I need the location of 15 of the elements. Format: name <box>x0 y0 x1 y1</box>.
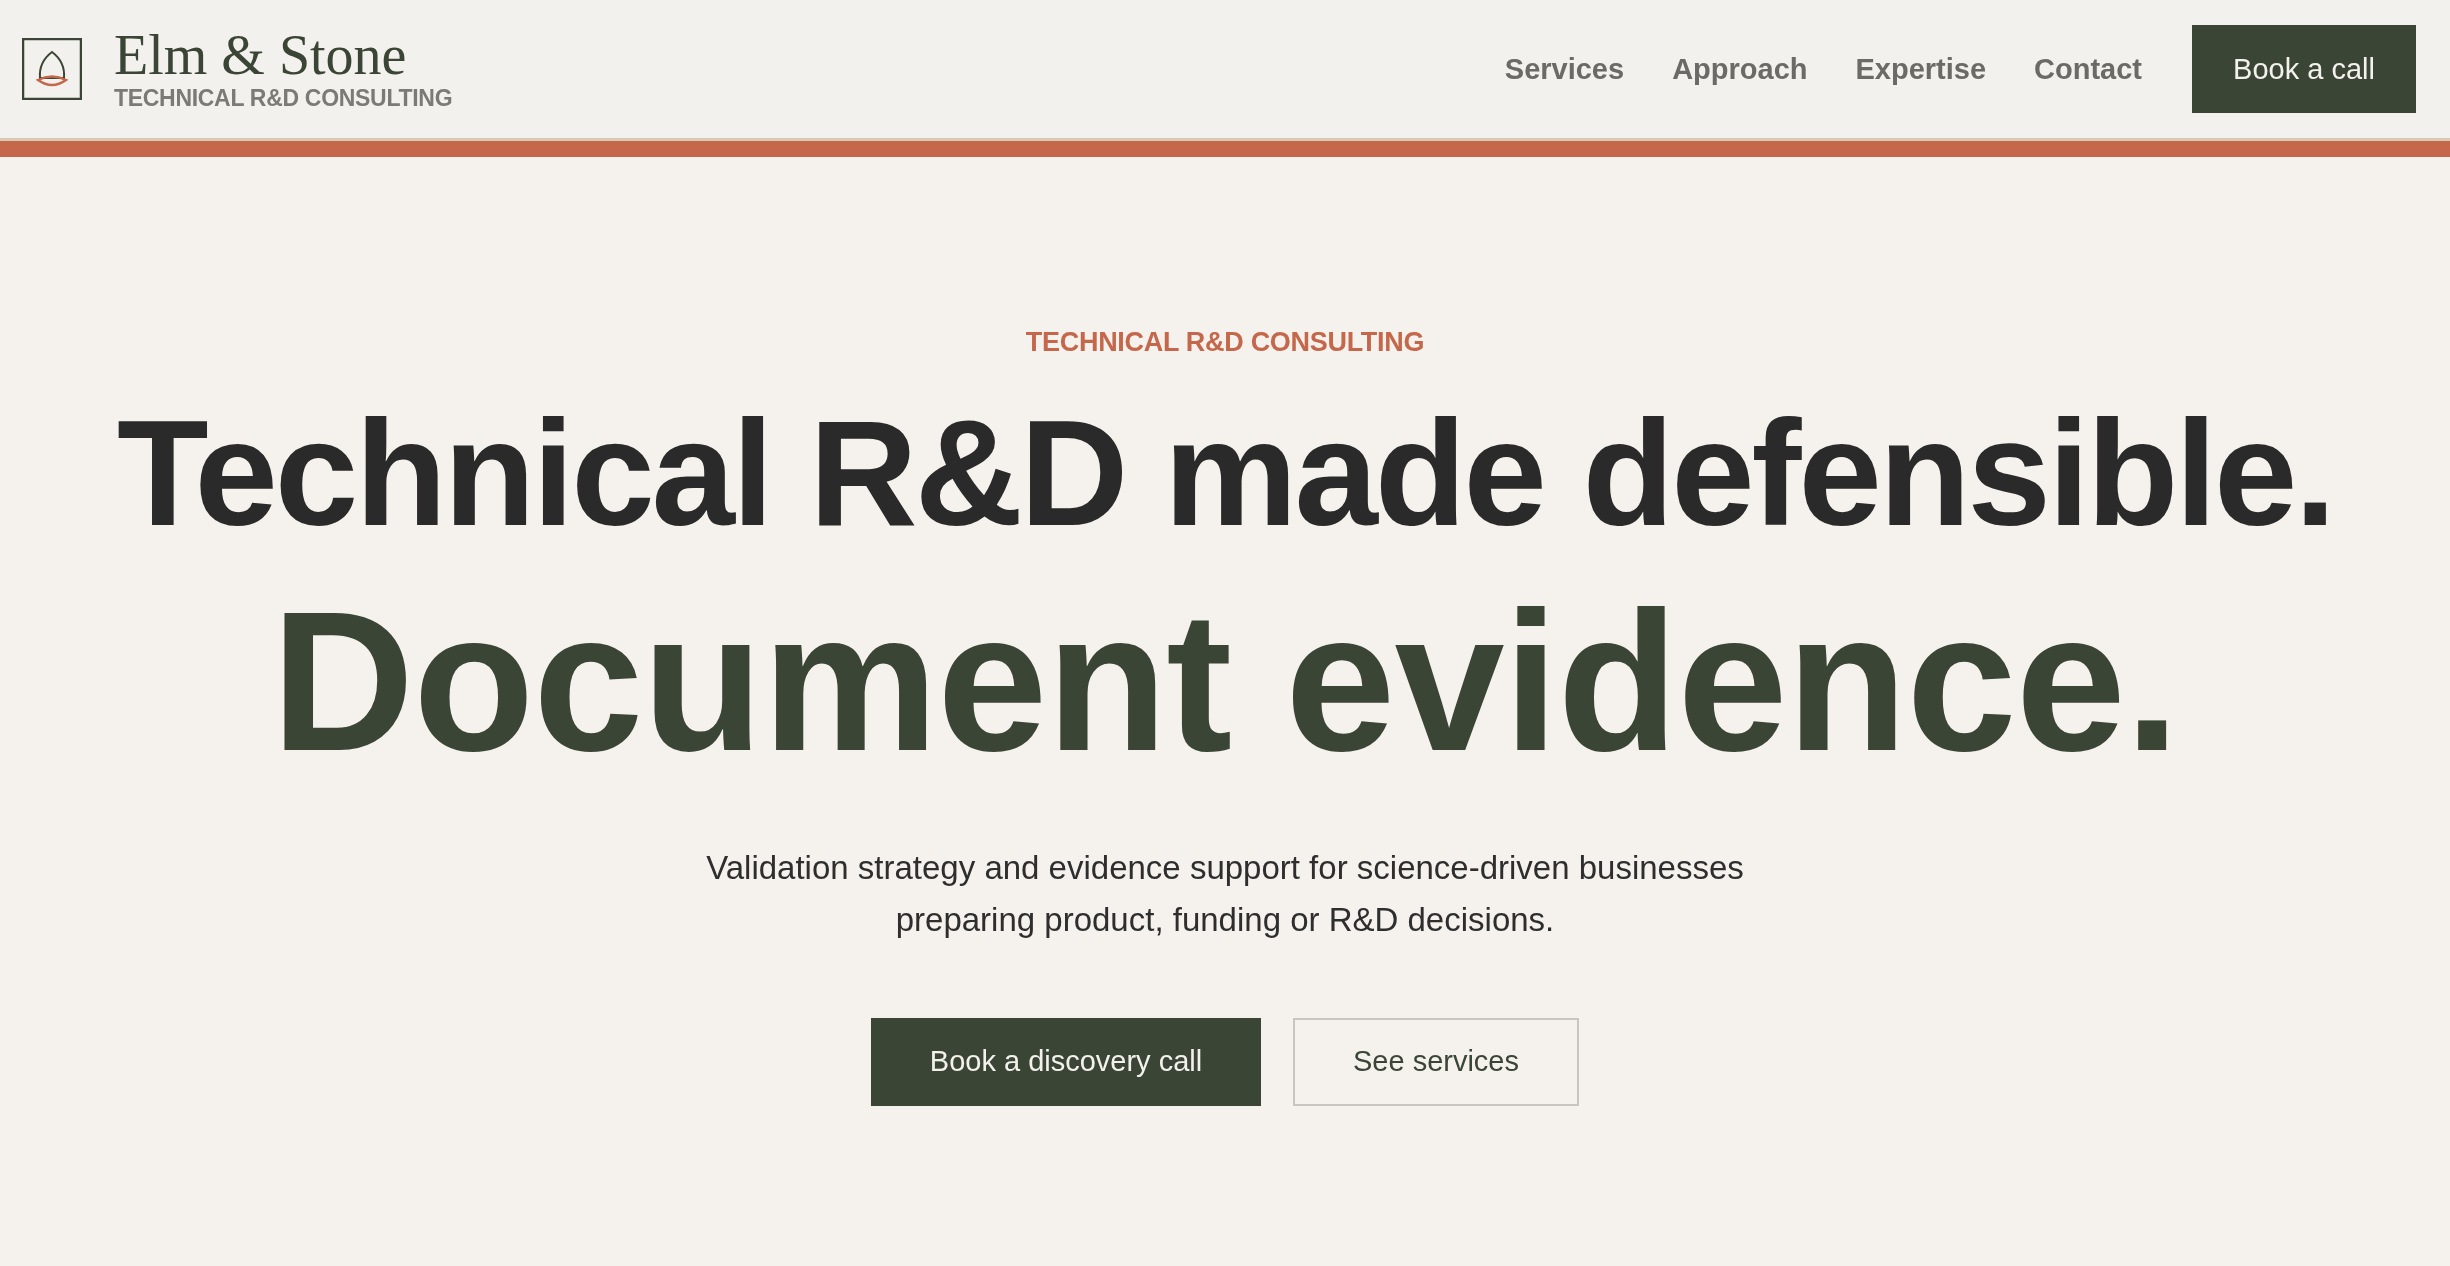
hero-headline: Technical R&D made defensible. <box>116 398 2334 548</box>
nav-link[interactable]: Expertise <box>1855 52 1987 86</box>
logo-icon <box>22 38 82 100</box>
brand-tagline: TECHNICAL R&D CONSULTING <box>114 84 453 112</box>
nav-link[interactable]: Services <box>1504 52 1625 86</box>
book-call-button[interactable]: Book a call <box>2192 25 2416 113</box>
eyebrow-label: TECHNICAL R&D CONSULTING <box>1025 327 1425 358</box>
nav-link[interactable]: Approach <box>1672 52 1808 86</box>
hero-subheadline: Document evidence. <box>271 578 2179 786</box>
secondary-button[interactable]: See services <box>1293 1018 1579 1106</box>
primary-button[interactable]: Book a discovery call <box>871 1018 1261 1106</box>
brand-name: Elm & Stone <box>114 26 408 83</box>
hero-description: Validation strategy and evidence support for science-driven businesses <box>706 847 1744 888</box>
nav-link[interactable]: Contact <box>2034 52 2142 86</box>
hero-description: preparing product, funding or R&D decisions. <box>895 900 1555 941</box>
